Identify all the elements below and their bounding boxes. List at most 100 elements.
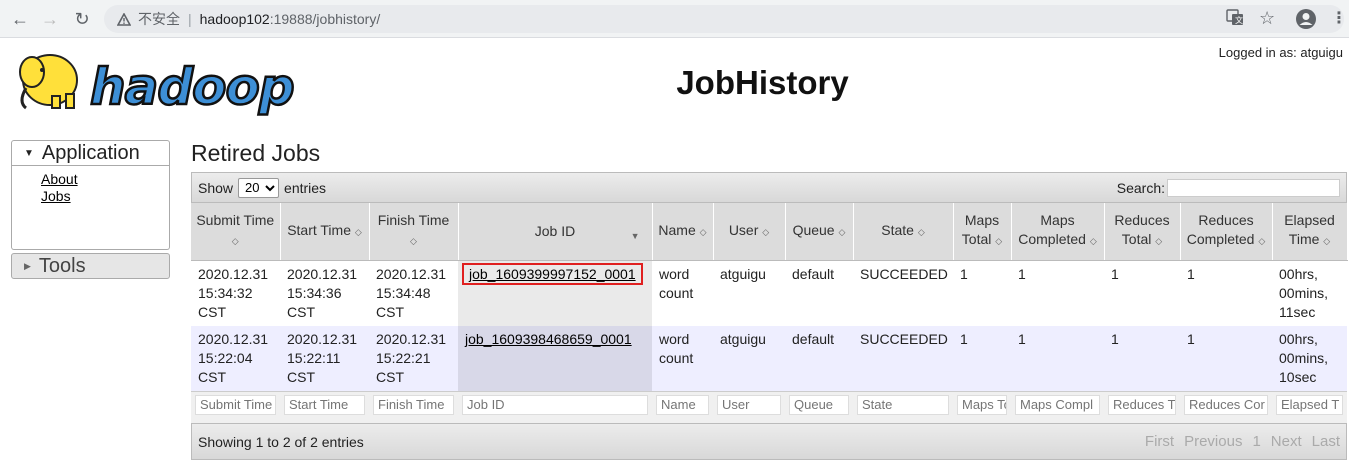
bookmark-star-icon[interactable]: ☆ bbox=[1259, 8, 1275, 29]
job-id-link[interactable]: job_1609398468659_0001 bbox=[465, 331, 632, 347]
url-host: hadoop102 bbox=[199, 11, 270, 27]
cell-queue: default bbox=[785, 260, 853, 326]
cell-maps-total: 1 bbox=[953, 260, 1011, 326]
cell-reduces-completed: 1 bbox=[1180, 325, 1272, 391]
cell-maps-total: 1 bbox=[953, 325, 1011, 391]
table-toolbar: Show 20 entries Search: bbox=[191, 172, 1347, 203]
pager-last-button[interactable]: Last bbox=[1312, 433, 1340, 450]
sort-icon: ◇ bbox=[354, 226, 362, 237]
col-header-submit-time[interactable]: Submit Time ◇ bbox=[191, 203, 281, 261]
filter-input-queue[interactable] bbox=[789, 394, 849, 415]
sort-icon: ◇ bbox=[1323, 236, 1331, 247]
filter-input-job-id[interactable] bbox=[462, 394, 648, 415]
col-header-user[interactable]: User ◇ bbox=[713, 203, 786, 261]
triangle-down-icon: ▼ bbox=[24, 147, 34, 159]
address-bar[interactable]: 不安全 | hadoop102:19888/jobhistory/ bbox=[104, 5, 1344, 33]
filter-row bbox=[191, 390, 1347, 423]
filter-input-name[interactable] bbox=[656, 394, 709, 415]
sort-icon: ◇ bbox=[995, 236, 1003, 247]
pager-page-1-button[interactable]: 1 bbox=[1252, 433, 1260, 450]
col-header-state[interactable]: State ◇ bbox=[853, 203, 954, 261]
sort-icon: ◇ bbox=[1155, 236, 1163, 247]
pager-first-button[interactable]: First bbox=[1145, 433, 1174, 450]
cell-name: word count bbox=[652, 260, 713, 326]
cell-name: word count bbox=[652, 325, 713, 391]
sidebar-link-jobs[interactable]: Jobs bbox=[41, 188, 169, 205]
reload-icon[interactable]: ↻ bbox=[70, 7, 94, 31]
cell-user: atguigu bbox=[713, 260, 785, 326]
cell-maps-completed: 1 bbox=[1011, 260, 1104, 326]
more-menu-icon[interactable]: ⋮ bbox=[1331, 8, 1347, 28]
cell-queue: default bbox=[785, 325, 853, 391]
sort-icon: ◇ bbox=[917, 226, 925, 237]
sort-icon: ◇ bbox=[1089, 236, 1097, 247]
sort-icon: ◇ bbox=[231, 236, 239, 247]
table-footer: Showing 1 to 2 of 2 entries First Previo… bbox=[191, 423, 1347, 460]
pager-next-button[interactable]: Next bbox=[1271, 433, 1302, 450]
cell-job-id: job_1609399997152_0001 bbox=[458, 260, 652, 326]
job-id-link[interactable]: job_1609399997152_0001 bbox=[462, 262, 643, 285]
url-path: :19888/jobhistory/ bbox=[269, 11, 381, 27]
triangle-right-icon: ▶ bbox=[24, 260, 31, 271]
col-header-start-time[interactable]: Start Time ◇ bbox=[280, 203, 370, 261]
section-title: Retired Jobs bbox=[191, 140, 321, 166]
col-header-job-id[interactable]: Job ID ▼ bbox=[458, 203, 653, 261]
accordion-application-body: About Jobs bbox=[11, 166, 170, 250]
sort-desc-icon: ▼ bbox=[630, 231, 640, 241]
sidebar-link-about[interactable]: About bbox=[41, 171, 169, 188]
filter-input-start-time[interactable] bbox=[284, 394, 365, 415]
cell-elapsed-time: 00hrs, 00mins, 11sec bbox=[1272, 260, 1347, 326]
filter-input-reduces-total[interactable] bbox=[1108, 394, 1176, 415]
sort-icon: ◇ bbox=[762, 226, 770, 237]
filter-input-maps-total[interactable] bbox=[957, 394, 1007, 415]
cell-user: atguigu bbox=[713, 325, 785, 391]
account-avatar-icon[interactable] bbox=[1295, 8, 1317, 30]
table-row: 2020.12.31 15:22:04 CST 2020.12.31 15:22… bbox=[191, 325, 1347, 391]
filter-input-reduces-completed[interactable] bbox=[1184, 394, 1268, 415]
col-header-name[interactable]: Name ◇ bbox=[652, 203, 714, 261]
page-title: JobHistory bbox=[676, 64, 849, 101]
accordion-application-label: Application bbox=[41, 141, 140, 164]
sort-icon: ◇ bbox=[838, 226, 846, 237]
col-header-finish-time[interactable]: Finish Time ◇ bbox=[369, 203, 459, 261]
filter-input-finish-time[interactable] bbox=[373, 394, 454, 415]
jobs-table: Submit Time ◇ Start Time ◇ Finish Time ◇… bbox=[191, 203, 1348, 423]
accordion-tools-label: Tools bbox=[38, 254, 86, 277]
back-arrow-icon[interactable]: ← bbox=[8, 7, 32, 31]
filter-input-maps-completed[interactable] bbox=[1015, 394, 1100, 415]
sort-icon: ◇ bbox=[1258, 236, 1266, 247]
col-header-maps-total[interactable]: Maps Total ◇ bbox=[953, 203, 1012, 261]
col-header-reduces-completed[interactable]: Reduces Completed ◇ bbox=[1180, 203, 1273, 261]
accordion-application[interactable]: ▼ Application bbox=[11, 140, 170, 166]
col-header-maps-completed[interactable]: Maps Completed ◇ bbox=[1011, 203, 1105, 261]
translate-icon[interactable]: 文 bbox=[1226, 8, 1244, 26]
browser-toolbar: ← → ↻ 不安全 | hadoop102:19888/jobhistory/ … bbox=[0, 0, 1349, 38]
warning-icon bbox=[116, 11, 132, 27]
cell-finish-time: 2020.12.31 15:22:21 CST bbox=[369, 325, 458, 391]
cell-elapsed-time: 00hrs, 00mins, 10sec bbox=[1272, 325, 1347, 391]
search-input[interactable] bbox=[1167, 178, 1340, 197]
accordion-tools[interactable]: ▶ Tools bbox=[11, 253, 170, 279]
col-header-reduces-total[interactable]: Reduces Total ◇ bbox=[1104, 203, 1181, 261]
col-header-queue[interactable]: Queue ◇ bbox=[785, 203, 854, 261]
forward-arrow-icon[interactable]: → bbox=[38, 7, 62, 31]
page-size-select[interactable]: 20 bbox=[238, 177, 280, 198]
cell-submit-time: 2020.12.31 15:34:32 CST bbox=[191, 260, 280, 326]
sort-icon: ◇ bbox=[410, 236, 417, 247]
cell-start-time: 2020.12.31 15:34:36 CST bbox=[280, 260, 369, 326]
cell-state: SUCCEEDED bbox=[853, 260, 953, 326]
cell-submit-time: 2020.12.31 15:22:04 CST bbox=[191, 325, 280, 391]
filter-input-state[interactable] bbox=[857, 394, 949, 415]
cell-reduces-total: 1 bbox=[1104, 325, 1180, 391]
cell-reduces-completed: 1 bbox=[1180, 260, 1272, 326]
table-info: Showing 1 to 2 of 2 entries bbox=[198, 433, 364, 450]
filter-input-user[interactable] bbox=[717, 394, 781, 415]
filter-input-submit-time[interactable] bbox=[195, 394, 276, 415]
cell-finish-time: 2020.12.31 15:34:48 CST bbox=[369, 260, 458, 326]
show-label: Show bbox=[198, 179, 234, 196]
sidebar: ▼ Application About Jobs ▶ Tools bbox=[11, 140, 170, 279]
col-header-elapsed-time[interactable]: Elapsed Time ◇ bbox=[1272, 203, 1348, 261]
filter-input-elapsed-time[interactable] bbox=[1276, 394, 1343, 415]
cell-reduces-total: 1 bbox=[1104, 260, 1180, 326]
pager-previous-button[interactable]: Previous bbox=[1184, 433, 1242, 450]
